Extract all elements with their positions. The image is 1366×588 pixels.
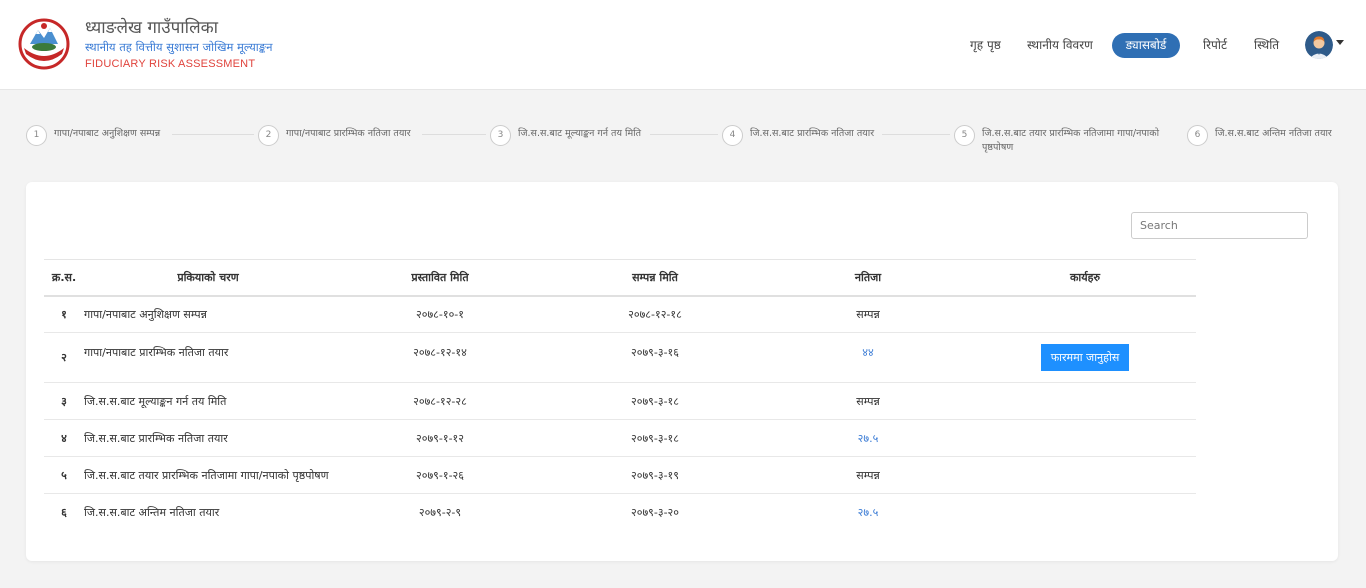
table-row: ५ जि.स.स.बाट तयार प्रारम्भिक नतिजामा गाप… <box>44 456 1196 494</box>
table-row: ३ जि.स.स.बाट मूल्याङ्कन गर्न तय मिति २०७… <box>44 382 1196 420</box>
row-actions <box>974 456 1196 494</box>
row-result: सम्पन्न <box>762 382 974 420</box>
nav-status[interactable]: स्थिति <box>1254 36 1279 53</box>
nepal-emblem-logo <box>18 18 70 70</box>
nav-dashboard[interactable]: ड्यासबोर्ड <box>1112 33 1180 58</box>
table-row: ४ जि.स.स.बाट प्रारम्भिक नतिजा तयार २०७९-… <box>44 419 1196 457</box>
row-proposed-date: २०७९-१-२६ <box>332 456 548 494</box>
row-result-link[interactable]: २७.५ <box>762 494 974 531</box>
step-2-circle: 2 <box>258 125 279 146</box>
app-subtitle-english: FIDUCIARY RISK ASSESSMENT <box>85 58 256 70</box>
row-process: जि.स.स.बाट अन्तिम नतिजा तयार <box>84 505 220 519</box>
row-actions <box>974 419 1196 457</box>
row-actions: फारममा जानुहोस <box>974 332 1196 383</box>
row-completed-date: २०७९-३-२० <box>631 505 679 519</box>
step-1-label: गापा/नपाबाट अनुशिक्षण सम्पन्न <box>54 128 161 139</box>
row-completed-date: २०७९-३-१९ <box>548 456 762 494</box>
row-proposed-date: २०७८-१२-१४ <box>332 332 548 383</box>
row-completed-date: २०७९-३-१८ <box>548 419 762 457</box>
row-serial: १ <box>44 295 84 333</box>
header-process-step[interactable]: प्रकियाको चरण <box>84 259 332 297</box>
row-completed-date: २०७९-३-१८ <box>548 382 762 420</box>
row-serial: २ <box>44 332 84 383</box>
step-connector <box>650 134 718 135</box>
row-completed-date: २०७९-३-१६ <box>548 332 762 383</box>
user-menu-caret-icon[interactable] <box>1336 40 1344 45</box>
process-table: क्र.स. प्रकियाको चरण प्रस्तावित मिति सम्… <box>44 259 1196 531</box>
row-serial: ४ <box>44 419 84 457</box>
header-actions[interactable]: कार्यहरु <box>974 259 1196 297</box>
step-connector <box>172 134 254 135</box>
table-row: १ गापा/नपाबाट अनुशिक्षण सम्पन्न २०७८-१०-… <box>44 295 1196 333</box>
go-to-form-button[interactable]: फारममा जानुहोस <box>1040 344 1130 371</box>
step-1-circle: 1 <box>26 125 47 146</box>
row-actions <box>974 382 1196 420</box>
row-result: सम्पन्न <box>762 295 974 333</box>
row-serial: ३ <box>44 382 84 420</box>
row-process: गापा/नपाबाट प्रारम्भिक नतिजा तयार <box>84 332 332 383</box>
row-process: जि.स.स.बाट मूल्याङ्कन गर्न तय मिति <box>84 382 332 420</box>
search-input[interactable] <box>1131 212 1308 239</box>
step-connector <box>422 134 486 135</box>
row-process: जि.स.स.बाट प्रारम्भिक नतिजा तयार <box>84 419 332 457</box>
row-process: गापा/नपाबाट अनुशिक्षण सम्पन्न <box>84 295 332 333</box>
process-card: क्र.स. प्रकियाको चरण प्रस्तावित मिति सम्… <box>26 182 1338 561</box>
header-completed-date[interactable]: सम्पन्न मिति <box>548 259 762 297</box>
row-proposed-date: २०७९-२-९ <box>418 505 462 519</box>
municipality-title: ध्याङलेख गाउँपालिका <box>85 18 219 38</box>
app-subtitle: स्थानीय तह वित्तीय सुशासन जोखिम मूल्याङ्… <box>85 40 273 54</box>
step-5-label: जि.स.स.बाट तयार प्रारम्भिक नतिजामा गापा/… <box>982 128 1160 154</box>
row-proposed-date: २०७८-१०-१ <box>332 295 548 333</box>
step-2-label: गापा/नपाबाट प्रारम्भिक नतिजा तयार <box>286 128 411 139</box>
step-3-label: जि.स.स.बाट मूल्याङ्कन गर्न तय मिति <box>518 128 642 139</box>
row-result: सम्पन्न <box>762 456 974 494</box>
step-6-label: जि.स.स.बाट अन्तिम नतिजा तयार <box>1215 128 1332 139</box>
nav-local-details[interactable]: स्थानीय विवरण <box>1027 36 1093 53</box>
header-result[interactable]: नतिजा <box>762 259 974 297</box>
step-4-label: जि.स.स.बाट प्रारम्भिक नतिजा तयार <box>750 128 875 139</box>
nav-home[interactable]: गृह पृष्ठ <box>970 36 1001 53</box>
row-result-link[interactable]: २७.५ <box>762 419 974 457</box>
row-process: जि.स.स.बाट तयार प्रारम्भिक नतिजामा गापा/… <box>84 456 332 494</box>
row-proposed-date: २०७९-१-१२ <box>332 419 548 457</box>
table-row: ६ जि.स.स.बाट अन्तिम नतिजा तयार २०७९-२-९ … <box>44 494 1196 531</box>
user-avatar-icon[interactable] <box>1305 31 1333 59</box>
row-proposed-date: २०७८-१२-२८ <box>332 382 548 420</box>
row-completed-date: २०७८-१२-१८ <box>548 295 762 333</box>
step-5-circle: 5 <box>954 125 975 146</box>
table-row: २ गापा/नपाबाट प्रारम्भिक नतिजा तयार २०७८… <box>44 332 1196 383</box>
header-serial[interactable]: क्र.स. <box>44 259 84 297</box>
step-6-circle: 6 <box>1187 125 1208 146</box>
top-header: ध्याङलेख गाउँपालिका स्थानीय तह वित्तीय स… <box>0 0 1366 90</box>
row-serial: ६ <box>61 505 67 519</box>
row-actions <box>974 295 1196 333</box>
row-result-link[interactable]: ४४ <box>762 332 974 383</box>
step-3-circle: 3 <box>490 125 511 146</box>
table-header-row: क्र.स. प्रकियाको चरण प्रस्तावित मिति सम्… <box>44 259 1196 297</box>
nav-report[interactable]: रिपोर्ट <box>1203 36 1227 53</box>
header-proposed-date[interactable]: प्रस्तावित मिति <box>332 259 548 297</box>
row-actions <box>974 494 1196 531</box>
row-serial: ५ <box>44 456 84 494</box>
step-connector <box>882 134 950 135</box>
step-4-circle: 4 <box>722 125 743 146</box>
